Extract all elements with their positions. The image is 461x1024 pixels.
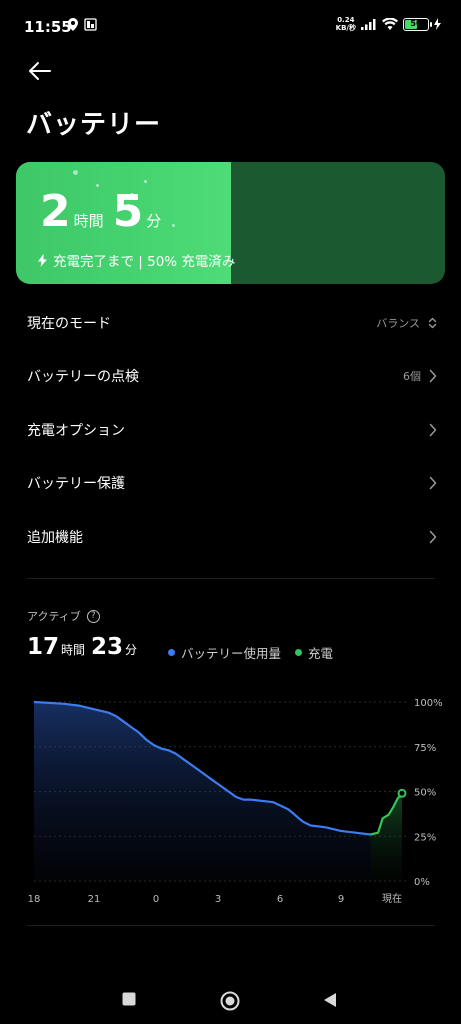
charge-time-remaining: 2 時間 5 分 <box>40 188 170 236</box>
charging-series-area <box>370 793 402 881</box>
section-divider <box>27 925 435 926</box>
status-time: 11:55 <box>24 18 72 36</box>
setting-label: 追加機能 <box>27 529 83 546</box>
x-tick-label: 現在 <box>382 893 402 905</box>
back-arrow-icon[interactable] <box>26 58 52 84</box>
page-title: バッテリー <box>26 110 162 140</box>
setting-label: バッテリー保護 <box>27 476 125 493</box>
charge-hours: 2 <box>40 186 71 237</box>
location-icon <box>68 18 78 31</box>
setting-battery-check[interactable]: バッテリーの点検 6個 <box>0 350 461 404</box>
chevron-right-icon <box>429 423 437 436</box>
active-minutes: 23 <box>91 634 124 660</box>
status-right-icons: 0.24 KB/秒 50 <box>336 16 441 32</box>
charge-minutes-unit: 分 <box>146 212 162 230</box>
bubble-decoration <box>144 180 147 183</box>
net-speed-unit: KB/秒 <box>335 24 356 32</box>
bubble-decoration <box>96 184 99 187</box>
home-circle-icon[interactable] <box>220 991 240 1011</box>
help-icon[interactable]: ? <box>86 609 100 623</box>
setting-charging-options[interactable]: 充電オプション <box>0 403 461 457</box>
setting-value: バランス <box>376 316 420 330</box>
active-hours-unit: 時間 <box>61 643 86 657</box>
y-tick-label: 25% <box>414 832 436 843</box>
x-tick-label: 0 <box>153 894 159 905</box>
bubble-decoration <box>172 224 175 227</box>
section-divider <box>27 578 435 579</box>
y-tick-label: 0% <box>414 877 430 888</box>
y-tick-label: 75% <box>414 743 436 754</box>
legend-label: 充電 <box>308 646 334 661</box>
active-section-label: アクティブ ? <box>27 608 100 624</box>
setting-value-group: バランス <box>376 315 437 331</box>
setting-value-group <box>429 423 437 437</box>
legend-label: バッテリー使用量 <box>181 646 282 661</box>
x-tick-label: 6 <box>277 894 283 905</box>
setting-value-group: 6個 <box>403 368 437 384</box>
current-point-marker <box>397 788 407 798</box>
active-time: 17 時間 23 分 <box>27 634 143 660</box>
net-speed: 0.24 KB/秒 <box>336 16 356 32</box>
chevron-right-icon <box>429 477 437 490</box>
legend-dot-usage <box>168 649 175 656</box>
legend-item-usage: バッテリー使用量 <box>168 643 281 662</box>
charge-minutes: 5 <box>112 186 144 237</box>
legend-dot-charging <box>295 649 303 656</box>
bubble-decoration <box>73 170 78 175</box>
signal-icon <box>361 19 376 30</box>
chart-legend: バッテリー使用量 充電 <box>168 643 333 662</box>
setting-label: 現在のモード <box>27 315 111 332</box>
chevron-right-icon <box>429 530 437 543</box>
setting-value-group <box>429 476 437 490</box>
setting-additional-features[interactable]: 追加機能 <box>0 510 461 564</box>
wifi-icon <box>382 18 398 30</box>
x-tick-label: 18 <box>28 894 41 905</box>
x-tick-label: 9 <box>338 894 344 905</box>
battery-chart[interactable]: 100% 75% 50% 25% 0% 18 21 0 3 6 9 現在 <box>0 688 461 910</box>
status-bar: 11:55 0.24 KB/秒 50 <box>0 0 461 56</box>
setting-current-mode[interactable]: 現在のモード バランス <box>0 296 461 350</box>
x-tick-label: 21 <box>88 894 101 905</box>
y-tick-label: 50% <box>414 788 436 799</box>
charge-hours-unit: 時間 <box>73 212 104 230</box>
charging-bolt-icon <box>38 253 47 267</box>
status-left-icons <box>68 18 97 31</box>
charging-bolt-icon <box>434 18 441 30</box>
navigation-bar <box>0 976 461 1024</box>
settings-list: 現在のモード バランス バッテリーの点検 6個 充電オプション バッテリー保護 … <box>0 296 461 564</box>
setting-value-group <box>429 530 437 544</box>
active-label-text: アクティブ <box>27 610 81 623</box>
y-tick-label: 100% <box>414 698 443 709</box>
updown-icon <box>428 317 437 328</box>
x-tick-label: 3 <box>215 894 221 905</box>
setting-battery-protection[interactable]: バッテリー保護 <box>0 457 461 511</box>
battery-status-level: 50 <box>410 18 422 28</box>
charge-status-text: 充電完了まで | 50% 充電済み <box>53 254 236 270</box>
net-speed-value: 0.24 <box>337 16 355 24</box>
recents-square-icon[interactable] <box>122 992 136 1006</box>
chevron-right-icon <box>429 370 437 383</box>
battery-status-icon: 50 <box>403 17 432 31</box>
active-hours: 17 <box>27 634 60 660</box>
setting-label: 充電オプション <box>27 422 125 439</box>
notification-app-icon <box>84 18 97 31</box>
setting-value: 6個 <box>403 370 421 384</box>
active-minutes-unit: 分 <box>125 643 138 657</box>
charge-card[interactable]: 2 時間 5 分 充電完了まで | 50% 充電済み <box>16 162 445 284</box>
back-triangle-icon[interactable] <box>323 992 337 1008</box>
setting-label: バッテリーの点検 <box>27 369 139 386</box>
legend-item-charging: 充電 <box>295 643 333 662</box>
charge-status-line: 充電完了まで | 50% 充電済み <box>38 250 235 270</box>
